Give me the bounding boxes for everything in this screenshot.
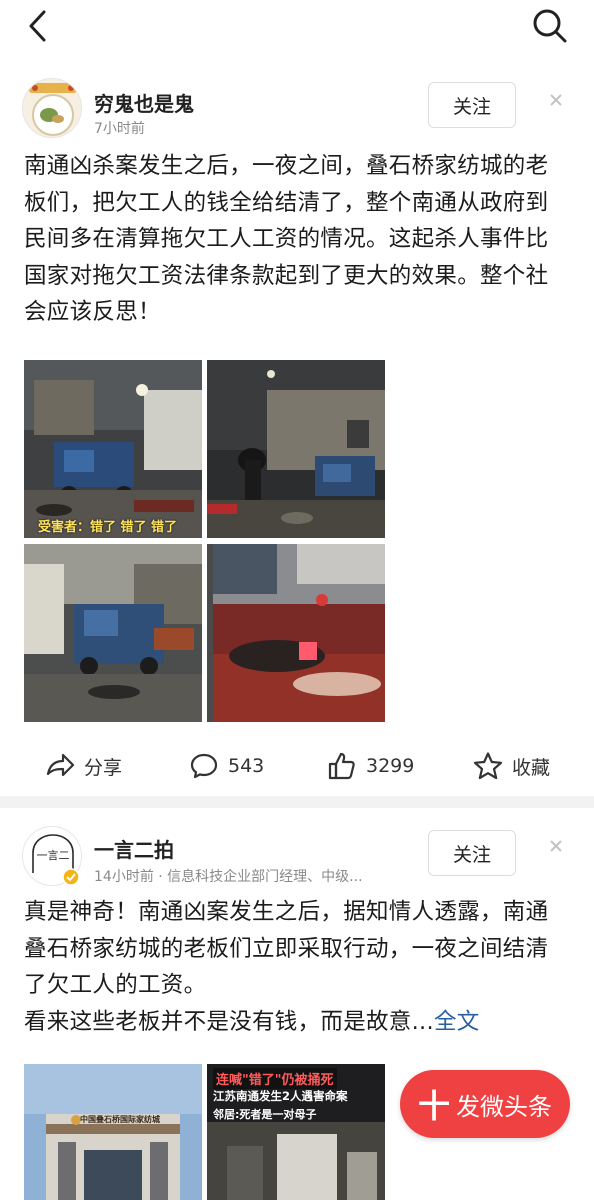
video-title-2: 江苏南通发生2人遇害命案	[213, 1089, 348, 1103]
post-time: 7小时前	[94, 121, 145, 137]
star-icon	[473, 752, 503, 780]
publish-post-button[interactable]: 十 发微头条	[400, 1070, 570, 1138]
search-button[interactable]	[530, 6, 570, 46]
search-icon	[533, 9, 567, 43]
post-time: 14小时前 · 信息科技企业部门经理、中级...	[94, 869, 363, 885]
image-caption: 受害者：错了 错了 错了	[38, 520, 178, 535]
post-image-1[interactable]: 受害者：错了 错了 错了	[24, 360, 202, 538]
post-image-2[interactable]: 连喊"错了"仍被捅死 江苏南通发生2人遇害命案 邻居:死者是一对母子	[207, 1064, 385, 1200]
post-image-3[interactable]	[24, 544, 202, 722]
favorite-label: 收藏	[512, 756, 551, 779]
like-count: 3299	[366, 755, 415, 777]
share-label: 分享	[84, 756, 123, 779]
dismiss-button[interactable]	[546, 836, 566, 856]
publish-label: 发微头条	[456, 1092, 552, 1121]
share-icon	[46, 753, 75, 777]
plus-icon: 十	[417, 1087, 450, 1125]
comment-icon	[190, 753, 218, 779]
post-image-2[interactable]	[207, 360, 385, 538]
comment-count: 543	[228, 755, 265, 777]
post-action-bar: 分享 543 3299 收藏	[0, 744, 594, 788]
close-icon	[550, 94, 562, 106]
verified-badge-icon	[62, 868, 80, 886]
feed-post: 穷鬼也是鬼 7小时前 关注 南通凶杀案发生之后，一夜之间，叠石桥家纺城的老板们，…	[0, 68, 594, 796]
post-image-1[interactable]: 中国叠石桥国际家纺城	[24, 1064, 202, 1200]
post-paragraph-truncated: 看来这些老板并不是没有钱，而是故意...	[24, 1008, 434, 1035]
back-button[interactable]	[22, 8, 58, 44]
dismiss-button[interactable]	[546, 90, 566, 110]
post-body-text[interactable]: 南通凶杀案发生之后，一夜之间，叠石桥家纺城的老板们，把欠工人的钱全给结清了，整个…	[24, 148, 564, 331]
avatar[interactable]	[22, 78, 82, 138]
comment-button[interactable]: 543	[188, 744, 264, 788]
author-name[interactable]: 一言二拍	[94, 834, 174, 863]
avatar-text: 一言二	[37, 849, 70, 862]
thumbs-up-icon	[328, 752, 355, 780]
favorite-button[interactable]: 收藏	[472, 744, 550, 788]
follow-button[interactable]: 关注	[428, 82, 516, 128]
post-divider	[0, 796, 594, 808]
share-button[interactable]: 分享	[44, 744, 122, 788]
top-bar	[0, 0, 594, 60]
follow-button[interactable]: 关注	[428, 830, 516, 876]
author-name[interactable]: 穷鬼也是鬼	[94, 88, 194, 117]
avatar-image	[23, 79, 81, 137]
building-sign: 中国叠石桥国际家纺城	[80, 1115, 160, 1124]
post-image-4[interactable]	[207, 544, 385, 722]
video-title-1: 连喊"错了"仍被捅死	[213, 1068, 337, 1089]
chevron-left-icon	[29, 10, 46, 42]
full-text-link[interactable]: 全文	[434, 1009, 480, 1035]
post-paragraph: 真是神奇！南通凶案发生之后，据知情人透露，南通叠石桥家纺城的老板们立即采取行动，…	[24, 899, 549, 998]
like-button[interactable]: 3299	[326, 744, 414, 788]
feed-post: 一言二 一言二拍 14小时前 · 信息科技企业部门经理、中级... 关注 真是神…	[0, 808, 594, 1200]
video-title-3: 邻居:死者是一对母子	[213, 1108, 317, 1121]
post-body-text[interactable]: 真是神奇！南通凶案发生之后，据知情人透露，南通叠石桥家纺城的老板们立即采取行动，…	[24, 894, 564, 1040]
close-icon	[550, 840, 562, 852]
